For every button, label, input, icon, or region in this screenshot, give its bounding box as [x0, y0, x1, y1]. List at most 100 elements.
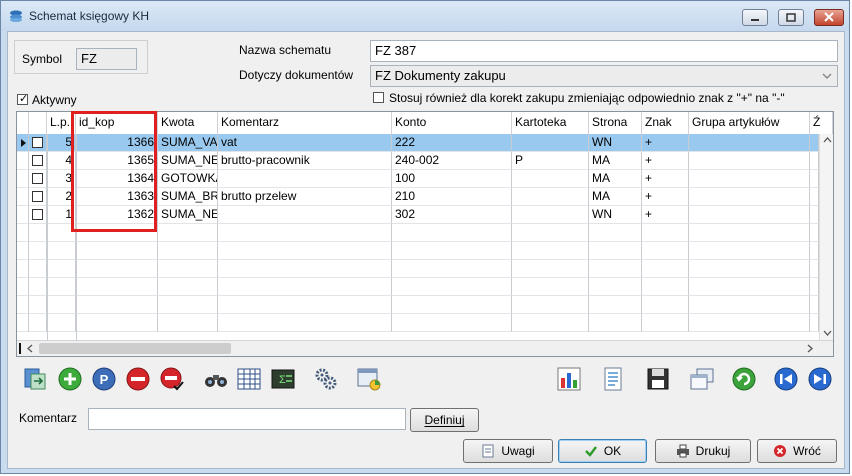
cell-id-kop[interactable]: 1366 — [76, 134, 158, 152]
row-checkbox-cell[interactable] — [29, 314, 47, 332]
table-row[interactable]: 5 1366 SUMA_VAT vat 222 WN + — [17, 134, 833, 152]
cell-strona[interactable] — [589, 296, 642, 314]
cell-grupa[interactable] — [689, 224, 810, 242]
cell-kartoteka[interactable] — [512, 188, 589, 206]
row-checkbox-cell[interactable] — [29, 170, 47, 188]
cell-id-kop[interactable]: 1362 — [76, 206, 158, 224]
cell-znak[interactable] — [642, 278, 689, 296]
ok-button[interactable]: OK — [558, 439, 647, 463]
report-icon[interactable] — [600, 366, 626, 392]
cell-id-kop[interactable] — [76, 260, 158, 278]
cell-konto[interactable] — [392, 242, 512, 260]
row-indicator[interactable] — [17, 170, 29, 188]
scroll-left-icon[interactable] — [27, 344, 33, 353]
row-checkbox[interactable] — [32, 155, 43, 166]
cell-lp[interactable]: 5 — [47, 134, 76, 152]
cell-kwota[interactable]: GOTOWKA — [158, 170, 218, 188]
cell-grupa[interactable] — [689, 314, 810, 332]
row-indicator[interactable] — [17, 278, 29, 296]
scroll-thumb[interactable] — [39, 343, 231, 354]
cell-konto[interactable]: 100 — [392, 170, 512, 188]
cell-zrodlo[interactable] — [810, 152, 819, 170]
cell-lp[interactable] — [47, 224, 76, 242]
cell-lp[interactable]: 4 — [47, 152, 76, 170]
cell-lp[interactable] — [47, 278, 76, 296]
cell-grupa[interactable] — [689, 260, 810, 278]
cell-grupa[interactable] — [689, 242, 810, 260]
row-checkbox-cell[interactable] — [29, 134, 47, 152]
row-checkbox[interactable] — [32, 173, 43, 184]
table-row[interactable]: 41365SUMA_NETTObrutto-pracownik240-002PM… — [17, 152, 833, 170]
row-checkbox-cell[interactable] — [29, 260, 47, 278]
cell-komentarz[interactable]: brutto przelew — [218, 188, 392, 206]
cell-kartoteka[interactable] — [512, 296, 589, 314]
cell-zrodlo[interactable] — [810, 242, 819, 260]
cell-id-kop[interactable]: 1363 — [76, 188, 158, 206]
table-row[interactable]: 11362SUMA_NETTO 302 WN+ — [17, 206, 833, 224]
comment-field[interactable] — [88, 408, 406, 430]
gears-icon[interactable] — [313, 366, 339, 392]
correction-checkbox[interactable] — [373, 92, 384, 103]
scroll-right-icon[interactable] — [807, 344, 813, 353]
cell-id-kop[interactable]: 1365 — [76, 152, 158, 170]
cell-konto[interactable] — [392, 224, 512, 242]
cell-konto[interactable]: 210 — [392, 188, 512, 206]
cell-zrodlo[interactable] — [810, 188, 819, 206]
grid-header-kwota[interactable]: Kwota — [158, 112, 218, 134]
sum-icon[interactable]: Σ — [270, 366, 296, 392]
cell-komentarz[interactable] — [218, 260, 392, 278]
cell-kartoteka[interactable] — [512, 224, 589, 242]
cell-zrodlo[interactable] — [810, 314, 819, 332]
row-indicator[interactable] — [17, 152, 29, 170]
cell-konto[interactable]: 222 — [392, 134, 512, 152]
cell-konto[interactable]: 240-002 — [392, 152, 512, 170]
row-indicator[interactable] — [17, 134, 29, 152]
scroll-down-icon[interactable] — [823, 330, 832, 336]
minimize-button[interactable] — [742, 9, 768, 26]
notes-button[interactable]: Uwagi — [463, 439, 553, 463]
cell-lp[interactable] — [47, 242, 76, 260]
scroll-up-icon[interactable] — [823, 137, 832, 143]
cell-strona[interactable] — [589, 278, 642, 296]
row-checkbox-cell[interactable] — [29, 296, 47, 314]
cell-znak[interactable]: + — [642, 152, 689, 170]
row-checkbox-cell[interactable] — [29, 278, 47, 296]
cell-kwota[interactable] — [158, 260, 218, 278]
cell-konto[interactable] — [392, 296, 512, 314]
export-icon[interactable] — [22, 366, 48, 392]
cell-strona[interactable] — [589, 224, 642, 242]
cell-kartoteka[interactable] — [512, 242, 589, 260]
cell-znak[interactable] — [642, 314, 689, 332]
cell-kwota[interactable]: SUMA_NETTO — [158, 152, 218, 170]
cell-konto[interactable] — [392, 278, 512, 296]
cell-lp[interactable]: 1 — [47, 206, 76, 224]
cell-id-kop[interactable] — [76, 296, 158, 314]
cell-znak[interactable]: + — [642, 206, 689, 224]
row-indicator[interactable] — [17, 242, 29, 260]
cell-zrodlo[interactable] — [810, 296, 819, 314]
cell-konto[interactable]: 302 — [392, 206, 512, 224]
cell-grupa[interactable] — [689, 152, 810, 170]
cell-zrodlo[interactable] — [810, 206, 819, 224]
grid-header-komentarz[interactable]: Komentarz — [218, 112, 392, 134]
cell-strona[interactable]: MA — [589, 188, 642, 206]
row-checkbox-cell[interactable] — [29, 152, 47, 170]
cell-komentarz[interactable] — [218, 170, 392, 188]
window-chart-icon[interactable] — [356, 366, 382, 392]
cell-konto[interactable] — [392, 260, 512, 278]
cell-grupa[interactable] — [689, 296, 810, 314]
horizontal-scrollbar[interactable] — [17, 340, 833, 356]
active-checkbox[interactable]: ✓ — [17, 93, 28, 105]
back-button[interactable]: Wróć — [757, 439, 837, 463]
cell-lp[interactable] — [47, 314, 76, 332]
next-icon[interactable] — [807, 366, 833, 392]
windows-icon[interactable] — [689, 366, 715, 392]
table-filter-icon[interactable] — [236, 366, 262, 392]
grid-header-kartoteka[interactable]: Kartoteka — [512, 112, 589, 134]
cell-grupa[interactable] — [689, 206, 810, 224]
add-icon[interactable] — [57, 366, 83, 392]
cell-kartoteka[interactable] — [512, 206, 589, 224]
table-row[interactable]: 3 1364 GOTOWKA 100 MA + — [17, 170, 833, 188]
cell-kwota[interactable] — [158, 296, 218, 314]
grid-header-znak[interactable]: Znak — [642, 112, 689, 134]
